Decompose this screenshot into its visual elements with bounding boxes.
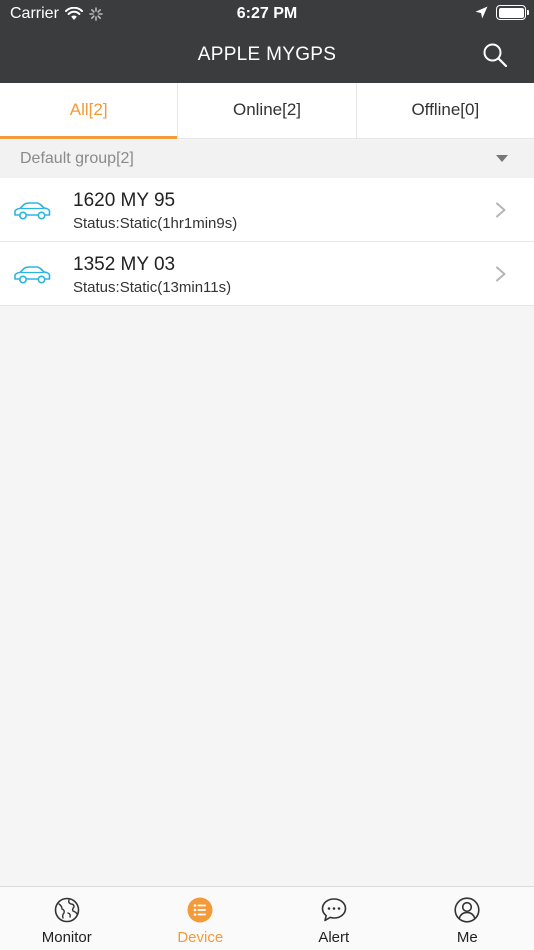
page-title: APPLE MYGPS <box>197 44 337 65</box>
list-icon <box>187 897 213 923</box>
status-bar: Carrier 6:27 PM <box>0 0 534 28</box>
group-label: Default group[2] <box>20 150 134 167</box>
device-name: 1352 MY 03 <box>73 254 176 275</box>
group-header[interactable]: Default group[2] <box>0 140 534 178</box>
status-time: 6:27 PM <box>236 5 298 22</box>
status-right <box>475 5 529 20</box>
nav-device[interactable]: Device <box>134 887 268 950</box>
battery-icon <box>496 5 529 20</box>
nav-alert[interactable]: Alert <box>267 887 401 950</box>
device-name: 1620 MY 95 <box>73 190 176 211</box>
location-arrow-icon <box>475 6 488 19</box>
nav-label: Alert <box>318 929 350 946</box>
chevron-right-icon <box>496 266 506 282</box>
car-icon <box>14 266 51 284</box>
user-icon <box>454 897 480 923</box>
tab-all[interactable]: All[2] <box>0 83 179 139</box>
nav-label: Me <box>456 929 478 946</box>
nav-me[interactable]: Me <box>401 887 534 950</box>
nav-label: Device <box>177 929 224 946</box>
search-icon[interactable] <box>482 42 508 68</box>
tab-online[interactable]: Online[2] <box>178 83 357 138</box>
car-icon <box>14 202 51 220</box>
top-bar: Carrier 6:27 PM APPLE MYGPS <box>0 0 534 83</box>
filter-tabs: All[2] Online[2] Offline[0] <box>0 83 534 139</box>
nav-monitor[interactable]: Monitor <box>0 887 134 950</box>
chat-bubble-icon <box>321 898 347 922</box>
bottom-nav: Monitor Device Alert Me <box>0 886 534 950</box>
globe-icon <box>54 897 80 923</box>
caret-down-icon <box>496 155 508 162</box>
device-status: Status:Static(13min11s) <box>73 279 232 296</box>
tab-offline[interactable]: Offline[0] <box>357 83 534 138</box>
device-list: 1620 MY 95 Status:Static(1hr1min9s) 1352… <box>0 178 534 306</box>
device-status: Status:Static(1hr1min9s) <box>73 215 238 232</box>
device-row[interactable]: 1620 MY 95 Status:Static(1hr1min9s) <box>0 178 534 242</box>
device-row[interactable]: 1352 MY 03 Status:Static(13min11s) <box>0 242 534 306</box>
nav-label: Monitor <box>41 929 92 946</box>
chevron-right-icon <box>496 202 506 218</box>
